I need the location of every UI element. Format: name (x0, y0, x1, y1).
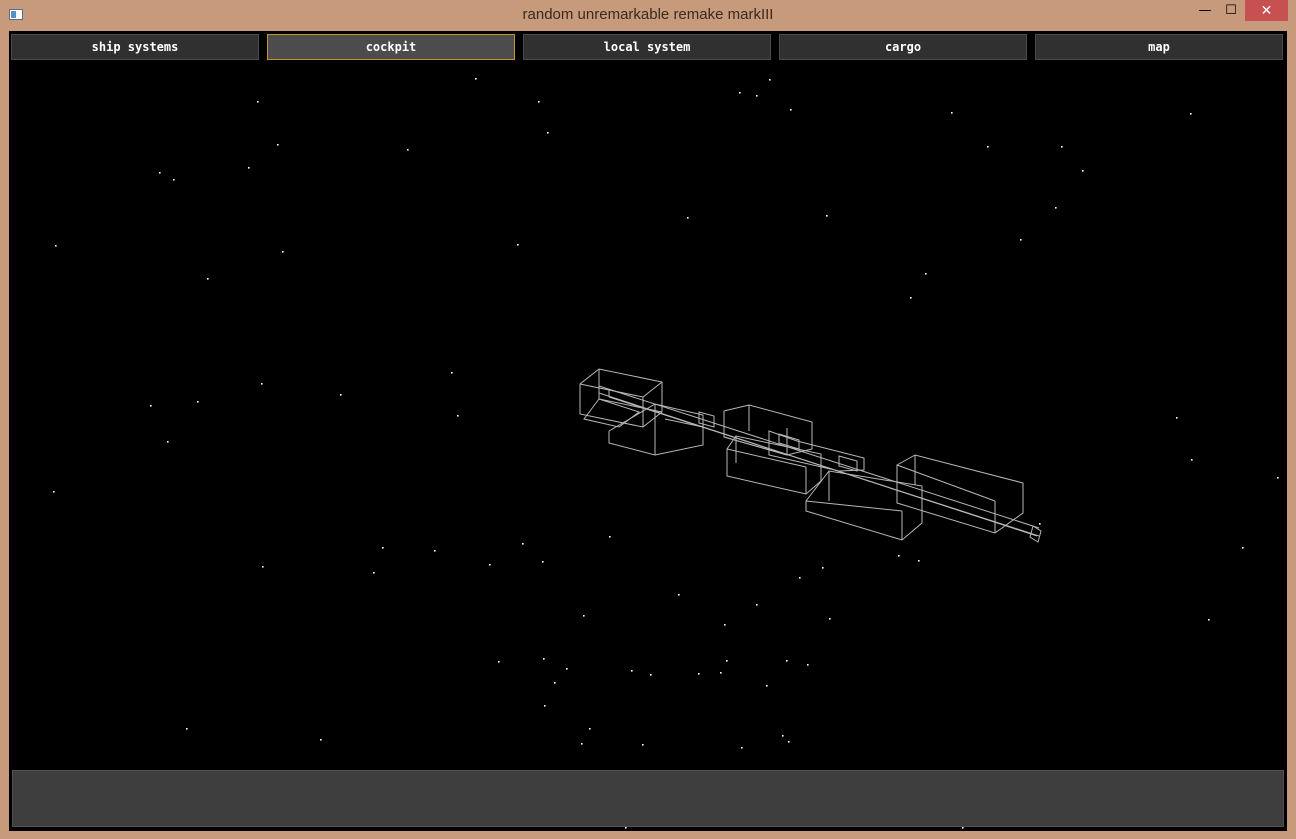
tab-cockpit[interactable]: cockpit (267, 34, 515, 60)
tab-ship-systems[interactable]: ship systems (11, 34, 259, 60)
wireframe-ship (579, 368, 1042, 543)
close-button[interactable]: ✕ (1245, 0, 1288, 21)
minimize-button[interactable]: — (1193, 0, 1217, 21)
window-title: random unremarkable remake markIII (522, 6, 774, 23)
bottom-status-panel (12, 770, 1284, 827)
tab-cargo[interactable]: cargo (779, 34, 1027, 60)
maximize-button[interactable]: ☐ (1219, 0, 1243, 21)
title-bar[interactable]: random unremarkable remake markIII — ☐ ✕ (0, 0, 1296, 31)
ship-front-box (579, 368, 663, 428)
tab-bar: ship systems cockpit local system cargo … (11, 34, 1285, 60)
space-viewport[interactable]: ship systems cockpit local system cargo … (9, 31, 1287, 831)
tab-local-system[interactable]: local system (523, 34, 771, 60)
tab-map[interactable]: map (1035, 34, 1283, 60)
